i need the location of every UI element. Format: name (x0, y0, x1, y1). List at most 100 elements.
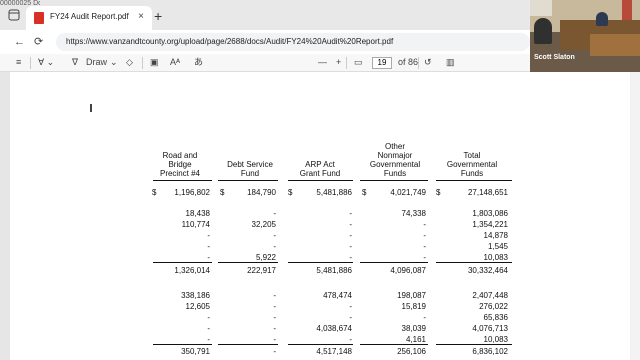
table-cell: - (349, 253, 352, 262)
monitor (530, 0, 552, 16)
rotate-icon[interactable]: ↺ (424, 57, 432, 68)
column-header: Total Governmental Funds (446, 151, 498, 178)
table-cell: - (349, 302, 352, 311)
subtotal-rule (360, 262, 428, 263)
new-tab-button[interactable]: + (154, 9, 162, 23)
zoom-out-button[interactable]: — (318, 57, 327, 68)
refresh-button[interactable]: ⟳ (34, 35, 43, 49)
table-cell: 110,774 (181, 220, 210, 229)
table-cell: 338,186 (181, 291, 210, 300)
table-cell: - (423, 313, 426, 322)
close-icon[interactable]: × (138, 11, 144, 22)
table-cell: - (273, 313, 276, 322)
tab-title: FY24 Audit Report.pdf (50, 12, 129, 21)
subtotal-rule (436, 344, 512, 345)
tab-audit-report[interactable]: FY24 Audit Report.pdf × (26, 6, 152, 30)
table-cell: - (207, 242, 210, 251)
table-cell: 2,407,448 (472, 291, 508, 300)
table-cell: 4,038,674 (316, 324, 352, 333)
zoom-in-button[interactable]: + (336, 57, 341, 68)
table-cell: 65,836 (483, 313, 508, 322)
contents-icon[interactable]: ≡ (16, 57, 21, 68)
subtotal-cell: 4,096,087 (390, 266, 426, 275)
table-cell: - (349, 209, 352, 218)
table-cell: 4,021,749 (390, 188, 426, 197)
table-cell: - (273, 209, 276, 218)
back-button[interactable]: ← (14, 35, 25, 49)
table-cell: 10,083 (483, 253, 508, 262)
table-cell: 276,022 (479, 302, 508, 311)
divider (30, 57, 31, 69)
table-cell: 198,087 (397, 291, 426, 300)
highlight-button[interactable]: ∀ ⌄ (38, 57, 54, 68)
table-cell: - (349, 313, 352, 322)
subtotal-rule (288, 262, 353, 263)
table-cell: - (273, 335, 276, 344)
address-bar-row: ← ⟳ https://www.vanzandtcounty.org/uploa… (0, 30, 530, 54)
subtotal-rule (153, 344, 212, 345)
subtotal-cell: 4,517,148 (316, 347, 352, 356)
view-icon[interactable]: ▣ (150, 57, 159, 68)
desk (590, 34, 640, 56)
subtotal-cell: - (273, 347, 276, 356)
table-cell: 184,790 (247, 188, 276, 197)
read-aloud-icon[interactable]: Aᴬ (170, 57, 180, 68)
table-cell: - (423, 220, 426, 229)
table-cell: - (273, 324, 276, 333)
dollar-sign: $ (436, 188, 441, 197)
divider (418, 57, 419, 69)
table-cell: 1,196,802 (174, 188, 210, 197)
page-number-input[interactable]: 19 (372, 57, 392, 69)
page-view-icon[interactable]: ▥ (446, 57, 455, 68)
subtotal-rule (360, 344, 428, 345)
divider (142, 57, 143, 69)
header-rule (153, 180, 212, 181)
table-cell: 27,148,651 (467, 188, 508, 197)
url-field[interactable]: https://www.vanzandtcounty.org/upload/pa… (56, 33, 530, 51)
subtotal-cell: 1,326,014 (174, 266, 210, 275)
header-rule (218, 180, 278, 181)
table-cell: 14,878 (483, 231, 508, 240)
table-cell: 4,161 (405, 335, 426, 344)
draw-options-chevron-icon[interactable]: ⌄ (110, 57, 118, 68)
table-cell: 15,819 (401, 302, 426, 311)
table-cell: 478,474 (323, 291, 352, 300)
table-cell: - (207, 324, 210, 333)
table-cell: - (273, 242, 276, 251)
table-cell: 18,438 (185, 209, 210, 218)
table-cell: - (423, 231, 426, 240)
table-cell: 10,083 (483, 335, 508, 344)
table-cell: - (207, 335, 210, 344)
table-cell: - (207, 231, 210, 240)
subtotal-cell: 222,917 (247, 266, 276, 275)
table-cell: 1,803,086 (472, 209, 508, 218)
header-rule (288, 180, 353, 181)
table-cell: - (349, 231, 352, 240)
fit-page-icon[interactable]: ▭ (354, 57, 363, 68)
subtotal-rule (153, 262, 212, 263)
participant-figure (596, 12, 608, 26)
table-cell: 5,481,886 (316, 188, 352, 197)
video-call-pane[interactable]: Scott Slaton (530, 0, 640, 72)
table-cell: 5,922 (255, 253, 276, 262)
table-cell: - (423, 242, 426, 251)
table-cell: 12,605 (185, 302, 210, 311)
table-cell: - (349, 242, 352, 251)
table-cell: 1,354,221 (472, 220, 508, 229)
subtotal-rule (436, 262, 512, 263)
draw-icon[interactable]: ∇ (72, 57, 78, 68)
page-total: of 86 (398, 57, 419, 67)
erase-icon[interactable]: ◇ (126, 57, 133, 68)
translate-icon[interactable]: あ (194, 57, 203, 68)
table-cell: - (273, 291, 276, 300)
url-text: https://www.vanzandtcounty.org/upload/pa… (66, 37, 394, 46)
table-cell: - (273, 231, 276, 240)
subtotal-cell: 30,332,464 (467, 266, 508, 275)
table-cell: - (207, 313, 210, 322)
tab-actions-icon[interactable] (8, 9, 20, 21)
subtotal-cell: 256,106 (397, 347, 426, 356)
participant-name: Scott Slaton (534, 54, 575, 61)
table-cell: 38,039 (401, 324, 426, 333)
draw-button[interactable]: Draw (86, 57, 107, 68)
table-cell: - (273, 302, 276, 311)
